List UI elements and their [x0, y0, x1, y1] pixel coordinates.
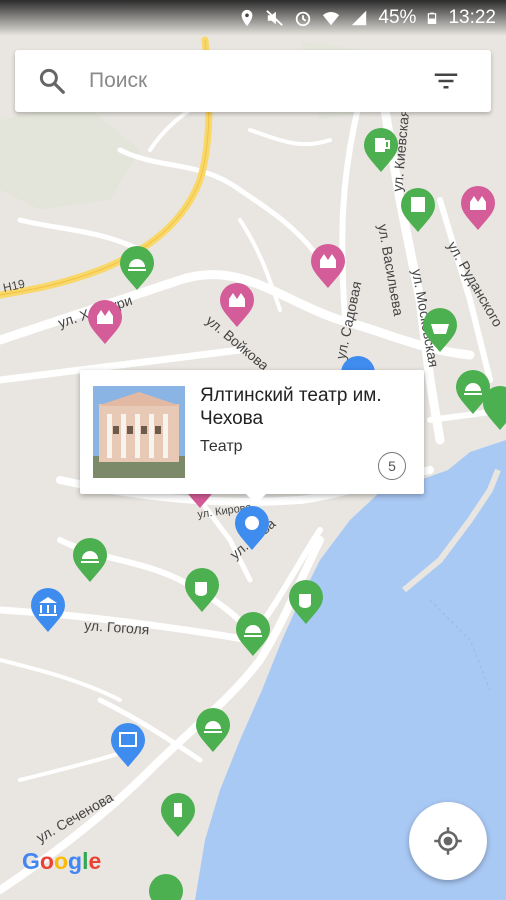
- battery-percent: 45%: [378, 7, 417, 28]
- google-logo-letter: o: [39, 848, 54, 874]
- wifi-icon: [323, 12, 340, 26]
- google-logo-letter: e: [88, 848, 102, 874]
- filter-icon[interactable]: [431, 66, 461, 96]
- crosshair-icon: [434, 827, 462, 855]
- search-bar[interactable]: [15, 50, 491, 112]
- place-category: Театр: [200, 438, 243, 455]
- search-icon[interactable]: [37, 66, 67, 96]
- photo-count-badge: 5: [378, 452, 406, 480]
- search-input[interactable]: [87, 68, 411, 94]
- my-location-button[interactable]: [409, 802, 487, 880]
- google-logo-letter: g: [68, 848, 83, 874]
- card-pointer: [244, 492, 268, 504]
- place-card[interactable]: Ялтинский театр им. Чехова Театр 5: [80, 370, 424, 504]
- alarm-icon: [296, 11, 311, 27]
- google-logo: Google: [22, 848, 101, 875]
- battery-icon: [428, 12, 437, 24]
- google-logo-letter: G: [22, 848, 40, 874]
- location-icon: [242, 9, 253, 27]
- google-logo-letter: o: [53, 848, 69, 874]
- status-bar: 45% 13:22: [0, 0, 506, 36]
- mute-icon: [266, 10, 284, 26]
- signal-icon: [352, 10, 367, 26]
- place-title: Ялтинский театр им. Чехова: [200, 385, 382, 429]
- clock: 13:22: [448, 7, 496, 28]
- place-photo: [93, 386, 185, 478]
